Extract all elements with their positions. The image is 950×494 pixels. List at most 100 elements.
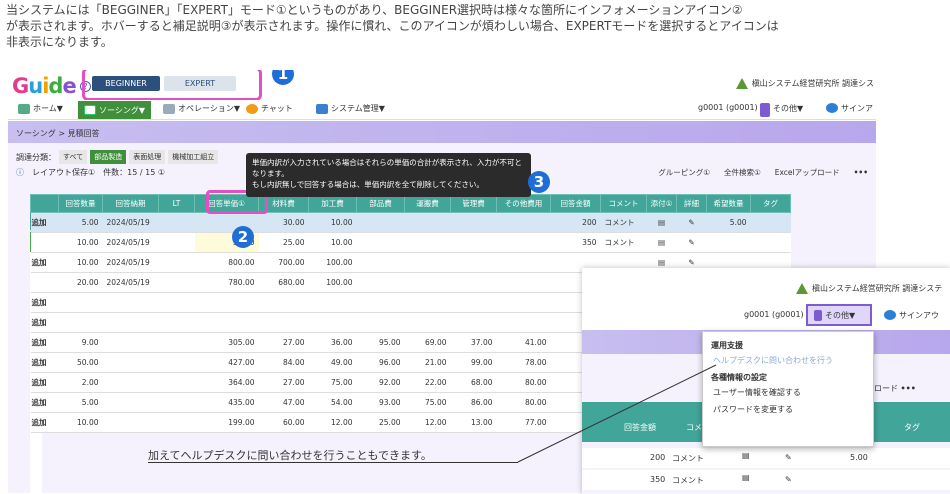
cell-other[interactable] <box>496 292 551 313</box>
cell-proc[interactable] <box>308 312 357 333</box>
cell-date[interactable] <box>102 412 159 433</box>
cell-other[interactable] <box>496 272 551 293</box>
overlay-comment[interactable]: コメント <box>672 475 704 486</box>
fulltext-search-button[interactable]: 全件検索① <box>724 167 761 178</box>
overlay-comment[interactable]: コメント <box>672 453 704 464</box>
cell-trans[interactable] <box>404 292 451 313</box>
cell-price[interactable]: 199.00 <box>194 412 259 433</box>
cell-lt[interactable] <box>158 352 195 373</box>
cell-other[interactable] <box>496 212 551 233</box>
cell-trans[interactable] <box>404 232 451 253</box>
table-row[interactable]: 追加 5.00 2024/05/19 30.00 10.00 200 コメント ▤ ✎ 5.00 <box>30 212 791 233</box>
cell-proc[interactable]: 10.00 <box>308 212 357 233</box>
cell-mat[interactable]: 60.00 <box>258 412 309 433</box>
filter-chip-all[interactable]: すべて <box>59 150 88 164</box>
cell-proc[interactable]: 49.00 <box>308 352 357 373</box>
cell-mat[interactable] <box>258 312 309 333</box>
cell-lt[interactable] <box>158 212 195 233</box>
detail-icon[interactable]: ✎ <box>785 475 792 484</box>
cell-hope[interactable]: 5.00 <box>706 212 751 233</box>
cell-mgmt[interactable] <box>450 292 497 313</box>
cell-qty[interactable]: 9.00 <box>58 332 103 353</box>
cell-date[interactable] <box>102 312 159 333</box>
cell-other[interactable]: 80.00 <box>496 392 551 413</box>
cell-price[interactable]: 435.00 <box>194 392 259 413</box>
cell-mat[interactable]: 25.00 <box>258 232 309 253</box>
cell-parts[interactable] <box>356 292 405 313</box>
cell-trans[interactable] <box>404 272 451 293</box>
cell-mgmt[interactable]: 13.00 <box>450 412 497 433</box>
cell-date[interactable] <box>102 352 159 373</box>
cell-mat[interactable]: 47.00 <box>258 392 309 413</box>
cell-mat[interactable]: 27.00 <box>258 372 309 393</box>
cell-amount[interactable]: 350 <box>550 232 601 253</box>
cell-qty[interactable] <box>58 292 103 313</box>
cell-trans[interactable]: 69.00 <box>404 332 451 353</box>
cell-trans[interactable]: 75.00 <box>404 392 451 413</box>
cell-qty[interactable]: 5.00 <box>58 212 103 233</box>
grouping-button[interactable]: グルーピング① <box>658 167 710 178</box>
cell-price[interactable]: 305.00 <box>194 332 259 353</box>
filter-chip-machining[interactable]: 機械加工組立 <box>168 150 219 164</box>
cell-price[interactable]: 427.00 <box>194 352 259 373</box>
cell-proc[interactable]: 10.00 <box>308 232 357 253</box>
filter-chip-parts[interactable]: 部品製造 <box>90 150 127 164</box>
cell-comment[interactable]: コメント <box>600 232 647 253</box>
attachment-icon[interactable]: ▤ <box>646 212 677 233</box>
excel-upload-button[interactable]: Excelアップロード <box>775 167 840 178</box>
cell-hope[interactable] <box>706 232 751 253</box>
nav-sourcing[interactable]: ソーシング▼ <box>78 101 151 119</box>
detail-icon[interactable]: ✎ <box>676 232 707 253</box>
cell-other[interactable]: 80.00 <box>496 372 551 393</box>
cell-other[interactable] <box>496 232 551 253</box>
cell-qty[interactable]: 10.00 <box>58 412 103 433</box>
cell-lt[interactable] <box>158 312 195 333</box>
cell-proc[interactable] <box>308 292 357 313</box>
cell-parts[interactable]: 95.00 <box>356 332 405 353</box>
more-icon[interactable]: ••• <box>854 168 868 177</box>
cell-date[interactable] <box>102 332 159 353</box>
cell-tag[interactable] <box>750 232 791 253</box>
cell-qty[interactable]: 2.00 <box>58 372 103 393</box>
cell-other[interactable]: 78.00 <box>496 352 551 373</box>
cell-price[interactable]: 364.00 <box>194 372 259 393</box>
cell-mgmt[interactable] <box>450 232 497 253</box>
cell-proc[interactable]: 100.00 <box>308 272 357 293</box>
cell-tag[interactable] <box>750 212 791 233</box>
cell-qty[interactable] <box>58 312 103 333</box>
nav-system[interactable]: システム管理▼ <box>316 103 385 114</box>
cell-proc[interactable]: 100.00 <box>308 252 357 273</box>
overlay-signin[interactable]: サインアウ <box>884 310 950 321</box>
cell-proc[interactable]: 36.00 <box>308 332 357 353</box>
cell-parts[interactable]: 93.00 <box>356 392 405 413</box>
cell-mat[interactable] <box>258 292 309 313</box>
cell-other[interactable]: 41.00 <box>496 332 551 353</box>
cell-date[interactable] <box>102 292 159 313</box>
overlay-excel[interactable]: ロード ••• <box>874 383 934 394</box>
cell-qty[interactable]: 20.00 <box>58 272 103 293</box>
cell-lt[interactable] <box>158 412 195 433</box>
nav-other[interactable]: その他▼ <box>760 103 803 117</box>
attachment-icon[interactable]: ▤ <box>742 451 750 460</box>
cell-qty[interactable]: 10.00 <box>58 252 103 273</box>
nav-signin[interactable]: サインア <box>826 103 873 114</box>
cell-comment[interactable]: コメント <box>600 212 647 233</box>
cell-lt[interactable] <box>158 252 195 273</box>
attachment-icon[interactable]: ▤ <box>742 473 750 482</box>
cell-trans[interactable]: 21.00 <box>404 352 451 373</box>
cell-lt[interactable] <box>158 292 195 313</box>
cell-mgmt[interactable] <box>450 312 497 333</box>
cell-price[interactable]: 780.00 <box>194 272 259 293</box>
cell-mgmt[interactable] <box>450 212 497 233</box>
cell-mgmt[interactable]: 68.00 <box>450 372 497 393</box>
cell-date[interactable]: 2024/05/19 <box>102 272 159 293</box>
cell-lt[interactable] <box>158 232 195 253</box>
cell-trans[interactable] <box>404 212 451 233</box>
menu-item-password[interactable]: パスワードを変更する <box>713 404 863 415</box>
cell-mat[interactable]: 700.00 <box>258 252 309 273</box>
cell-date[interactable] <box>102 392 159 413</box>
cell-proc[interactable]: 75.00 <box>308 372 357 393</box>
cell-trans[interactable]: 22.00 <box>404 372 451 393</box>
cell-mgmt[interactable] <box>450 272 497 293</box>
save-layout-button[interactable]: レイアウト保存① <box>32 167 95 178</box>
